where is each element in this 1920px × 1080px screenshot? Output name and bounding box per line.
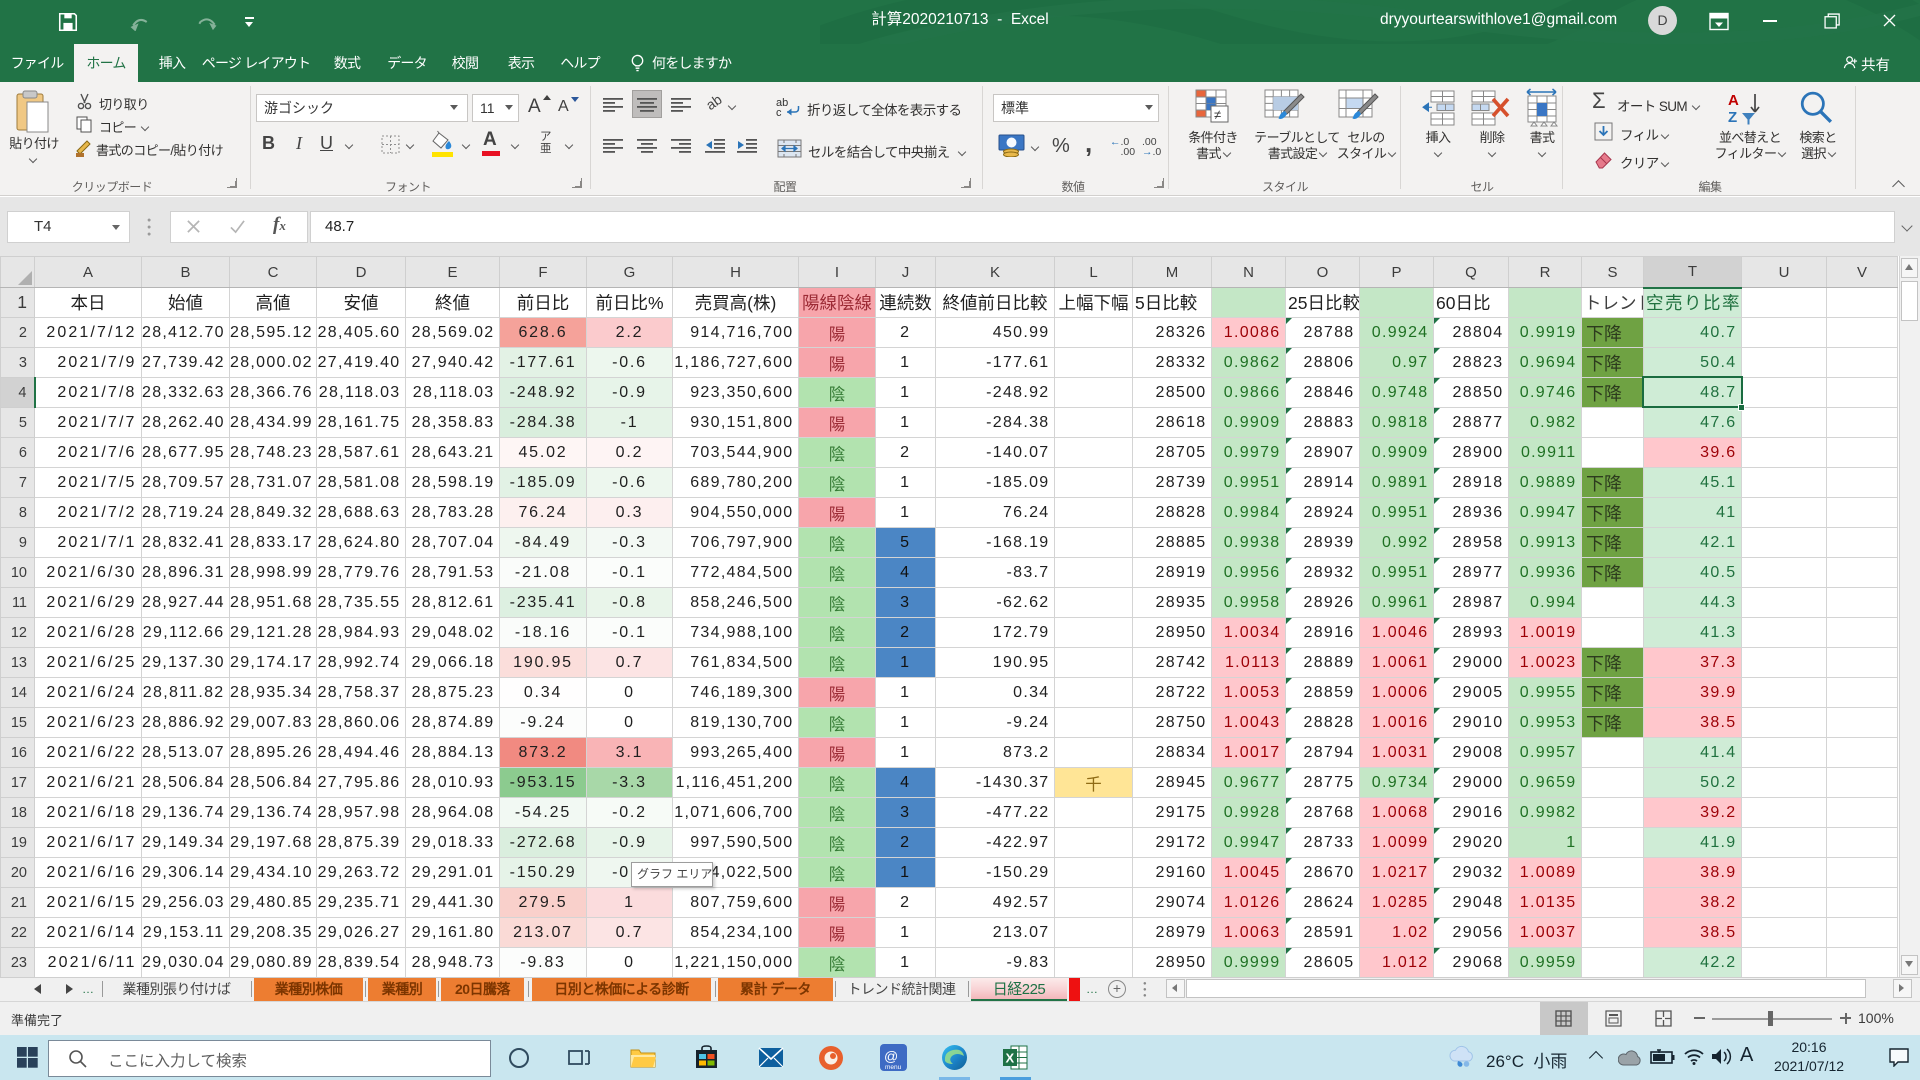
svg-text:menu: menu <box>885 1064 902 1071</box>
svg-text:c: c <box>776 107 782 117</box>
svg-text:@: @ <box>884 1048 898 1064</box>
svg-text:A: A <box>1728 92 1739 109</box>
svg-text:Z: Z <box>1728 109 1737 126</box>
svg-text:≠: ≠ <box>1214 107 1221 122</box>
svg-text:X: X <box>1006 1051 1015 1066</box>
